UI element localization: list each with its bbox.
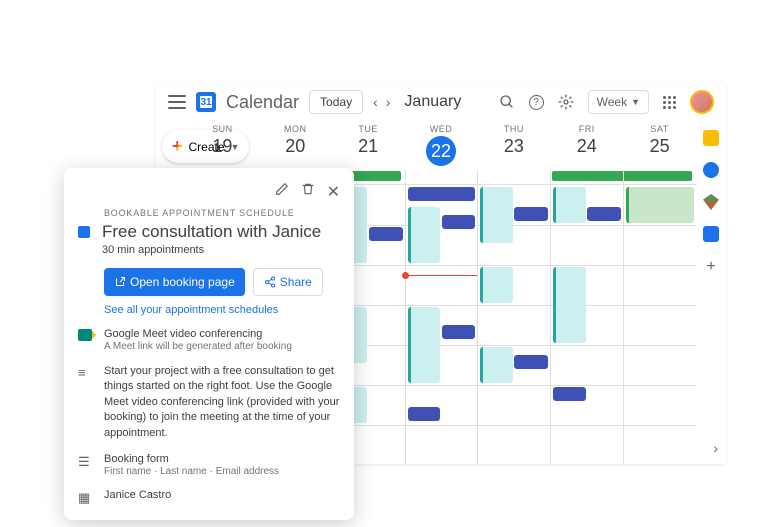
sidebar-right: + bbox=[696, 122, 726, 276]
day-column bbox=[477, 185, 550, 464]
event-block[interactable] bbox=[369, 227, 403, 241]
event-block[interactable] bbox=[408, 307, 440, 383]
see-all-link[interactable]: See all your appointment schedules bbox=[104, 304, 340, 316]
close-icon[interactable]: ✕ bbox=[327, 182, 340, 202]
event-block[interactable] bbox=[514, 355, 548, 369]
event-block[interactable] bbox=[442, 325, 476, 339]
popup-subtitle: 30 min appointments bbox=[102, 244, 321, 256]
day-column bbox=[623, 185, 696, 464]
app-title: Calendar bbox=[226, 92, 299, 113]
topbar: 31 Calendar Today ‹ › January ? Week▼ bbox=[156, 84, 726, 120]
tasks-icon[interactable] bbox=[703, 162, 719, 178]
event-block[interactable] bbox=[553, 267, 585, 343]
chevron-down-icon: ▼ bbox=[631, 97, 640, 107]
keep-icon[interactable] bbox=[703, 130, 719, 146]
open-booking-button[interactable]: Open booking page bbox=[104, 268, 245, 296]
event-block[interactable] bbox=[408, 407, 440, 421]
open-icon bbox=[114, 276, 126, 288]
event-block[interactable] bbox=[587, 207, 621, 221]
delete-icon[interactable] bbox=[301, 182, 315, 196]
help-icon[interactable]: ? bbox=[529, 95, 544, 110]
event-block[interactable] bbox=[480, 267, 512, 303]
event-block[interactable] bbox=[553, 387, 585, 401]
day-header: SUN19 MON20 TUE21 WED22 THU23 FRI24 SAT2… bbox=[186, 120, 696, 170]
nav-arrows: ‹ › bbox=[373, 94, 390, 110]
event-block[interactable] bbox=[553, 187, 585, 223]
meet-icon bbox=[78, 329, 92, 341]
share-button[interactable]: Share bbox=[253, 268, 323, 296]
event-block[interactable] bbox=[480, 187, 512, 243]
form-title: Booking form bbox=[104, 453, 340, 465]
popup-label: BOOKABLE APPOINTMENT SCHEDULE bbox=[104, 208, 340, 218]
next-week-icon[interactable]: › bbox=[386, 94, 391, 110]
event-block[interactable] bbox=[408, 207, 440, 263]
view-selector[interactable]: Week▼ bbox=[588, 90, 649, 114]
day-column bbox=[405, 185, 478, 464]
avatar[interactable] bbox=[690, 90, 714, 114]
appointment-popup: ✕ BOOKABLE APPOINTMENT SCHEDULE Free con… bbox=[64, 168, 354, 520]
calendar-logo-icon: 31 bbox=[196, 92, 216, 112]
organizer-name: Janice Castro bbox=[104, 489, 340, 501]
form-icon: ☰ bbox=[78, 454, 92, 470]
contacts-icon[interactable] bbox=[703, 226, 719, 242]
add-icon[interactable]: + bbox=[706, 258, 715, 276]
color-indicator bbox=[78, 226, 90, 238]
event-block[interactable] bbox=[626, 187, 694, 223]
event-block[interactable] bbox=[408, 187, 476, 201]
calendar-icon: ▦ bbox=[78, 490, 92, 506]
chevron-down-icon: ▼ bbox=[231, 142, 240, 152]
share-icon bbox=[264, 276, 276, 288]
day-column bbox=[550, 185, 623, 464]
popup-title: Free consultation with Janice bbox=[102, 222, 321, 242]
expand-icon[interactable]: › bbox=[713, 440, 718, 456]
form-sub: First name · Last name · Email address bbox=[104, 466, 340, 477]
search-icon[interactable] bbox=[499, 94, 515, 110]
current-month: January bbox=[404, 93, 461, 111]
event-block[interactable] bbox=[442, 215, 476, 229]
plus-icon: + bbox=[172, 136, 183, 157]
event-block[interactable] bbox=[514, 207, 548, 221]
meet-title: Google Meet video conferencing bbox=[104, 328, 340, 340]
hamburger-icon[interactable] bbox=[168, 95, 186, 109]
description-icon: ≡ bbox=[78, 365, 92, 380]
today-button[interactable]: Today bbox=[309, 90, 363, 114]
apps-icon[interactable] bbox=[663, 96, 676, 109]
event-block[interactable] bbox=[480, 347, 512, 383]
edit-icon[interactable] bbox=[275, 182, 289, 196]
description-text: Start your project with a free consultat… bbox=[104, 364, 340, 441]
settings-icon[interactable] bbox=[558, 94, 574, 110]
prev-week-icon[interactable]: ‹ bbox=[373, 94, 378, 110]
maps-icon[interactable] bbox=[703, 194, 719, 210]
meet-sub: A Meet link will be generated after book… bbox=[104, 341, 340, 352]
now-indicator bbox=[406, 275, 478, 276]
create-button[interactable]: + Create ▼ bbox=[162, 130, 249, 163]
